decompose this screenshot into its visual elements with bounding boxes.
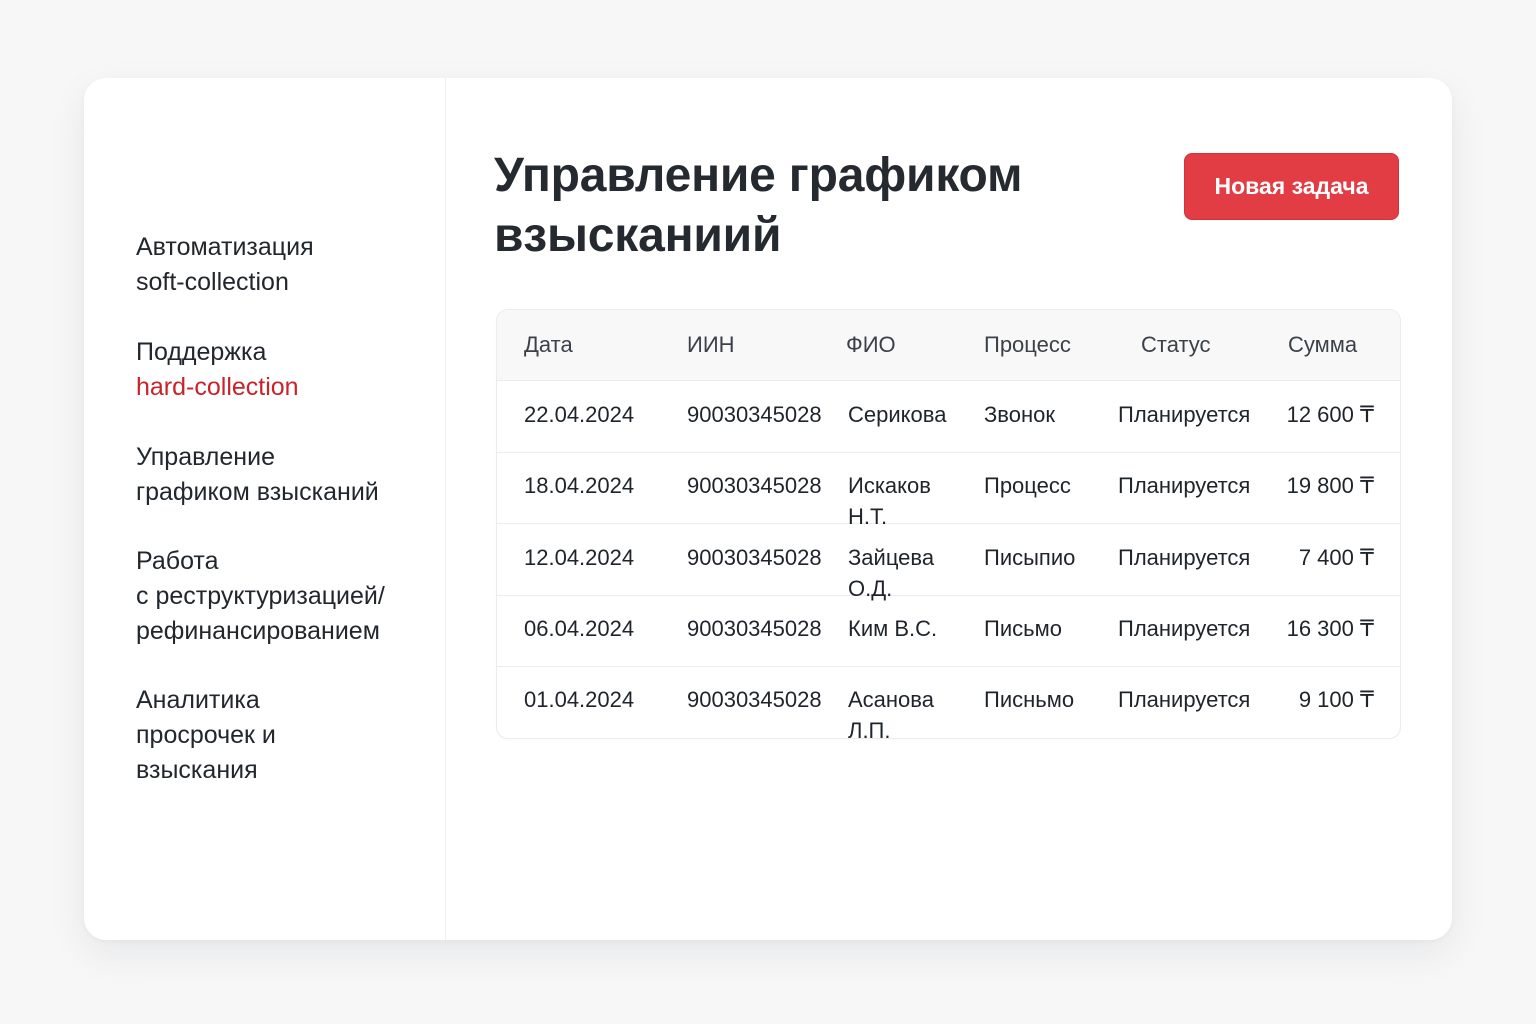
sidebar-item-label: Поддержка [136, 338, 267, 366]
column-header-iin[interactable]: ИИН [687, 331, 735, 359]
sidebar-item-label: с реструктуризацией/ [136, 582, 385, 610]
page-title: Управление графиком взысканиий [494, 146, 1114, 266]
cell-process: Письмо [984, 616, 1062, 641]
table-header: Дата ИИН ФИО Процесс Статус Сумма [497, 310, 1400, 381]
cell-sum: 19 800 ₸ [1286, 473, 1374, 498]
main-content: Управление графиком взысканиий Новая зад… [446, 78, 1452, 940]
sidebar: Автоматизация soft-collection Поддержка … [84, 78, 446, 940]
cell-status: Планируется [1118, 473, 1251, 498]
cell-status: Планируется [1118, 616, 1251, 641]
column-header-process[interactable]: Процесс [984, 331, 1071, 359]
sidebar-item-label: Работа [136, 547, 219, 575]
cell-date: 22.04.2024 [524, 402, 635, 427]
column-header-fio[interactable]: ФИО [846, 331, 896, 359]
cell-fio: Искаков Н.Т. [848, 473, 931, 529]
cell-sum: 9 100 ₸ [1298, 687, 1374, 712]
sidebar-item-label: графиком взысканий [136, 478, 379, 506]
table-row[interactable]: 12.04.2024 90030345028 Зайцева О.Д. Писы… [497, 524, 1400, 601]
cell-iin: 90030345028 [687, 616, 822, 641]
column-header-date[interactable]: Дата [524, 331, 573, 359]
sidebar-item-analytics[interactable]: Аналитика просрочек и взыскания [136, 683, 436, 788]
cell-process: Писньмо [984, 687, 1075, 712]
sidebar-item-label: рефинансированием [136, 617, 380, 645]
cell-process: Звонок [984, 402, 1055, 427]
cell-process: Писыпио [984, 545, 1076, 570]
sidebar-item-label: Аналитика [136, 686, 260, 714]
cell-status: Планируется [1118, 402, 1251, 427]
cell-date: 06.04.2024 [524, 616, 635, 641]
sidebar-item-label: просрочек и [136, 721, 276, 749]
sidebar-item-soft-collection[interactable]: Автоматизация soft-collection [136, 230, 436, 300]
new-task-button[interactable]: Новая задача [1184, 153, 1399, 220]
cell-date: 18.04.2024 [524, 473, 635, 498]
cell-iin: 90030345028 [687, 402, 822, 427]
app-card: Автоматизация soft-collection Поддержка … [84, 78, 1452, 940]
cell-sum: 7 400 ₸ [1298, 545, 1374, 570]
cell-sum: 12 600 ₸ [1286, 402, 1374, 427]
sidebar-item-label: Автоматизация [136, 233, 314, 261]
cell-date: 01.04.2024 [524, 687, 635, 712]
sidebar-item-label-accent: hard-collection [136, 373, 299, 401]
sidebar-item-label: Управление [136, 443, 275, 471]
cell-fio: Асанова Л.П. [848, 687, 934, 739]
sidebar-item-label: взыскания [136, 756, 258, 784]
column-header-sum[interactable]: Сумма [1288, 331, 1357, 359]
cell-sum: 16 300 ₸ [1286, 616, 1374, 641]
sidebar-item-restructuring[interactable]: Работа с реструктуризацией/ рефинансиров… [136, 544, 436, 649]
page-title-line: взысканиий [494, 209, 782, 262]
page-title-line: Управление графиком [494, 149, 1023, 202]
table-row[interactable]: 01.04.2024 90030345028 Асанова Л.П. Писн… [497, 666, 1400, 739]
table-row[interactable]: 22.04.2024 90030345028 Серикова Звонок П… [497, 381, 1400, 453]
sidebar-item-schedule[interactable]: Управление графиком взысканий [136, 440, 436, 510]
cell-iin: 90030345028 [687, 545, 822, 570]
cell-date: 12.04.2024 [524, 545, 635, 570]
cell-iin: 90030345028 [687, 687, 822, 712]
table-row[interactable]: 18.04.2024 90030345028 Искаков Н.Т. Проц… [497, 452, 1400, 529]
collection-schedule-table: Дата ИИН ФИО Процесс Статус Сумма 22.04.… [496, 309, 1401, 739]
cell-status: Планируется [1118, 687, 1251, 712]
column-header-status[interactable]: Статус [1141, 331, 1211, 359]
cell-status: Планируется [1118, 545, 1251, 570]
cell-fio: Серикова [848, 402, 947, 427]
table-row[interactable]: 06.04.2024 90030345028 Ким В.С. Письмо П… [497, 595, 1400, 667]
cell-iin: 90030345028 [687, 473, 822, 498]
cell-process: Процесс [984, 473, 1071, 498]
sidebar-item-label: soft-collection [136, 268, 289, 296]
cell-fio: Ким В.С. [848, 616, 938, 641]
sidebar-item-hard-collection[interactable]: Поддержка hard-collection [136, 335, 436, 405]
